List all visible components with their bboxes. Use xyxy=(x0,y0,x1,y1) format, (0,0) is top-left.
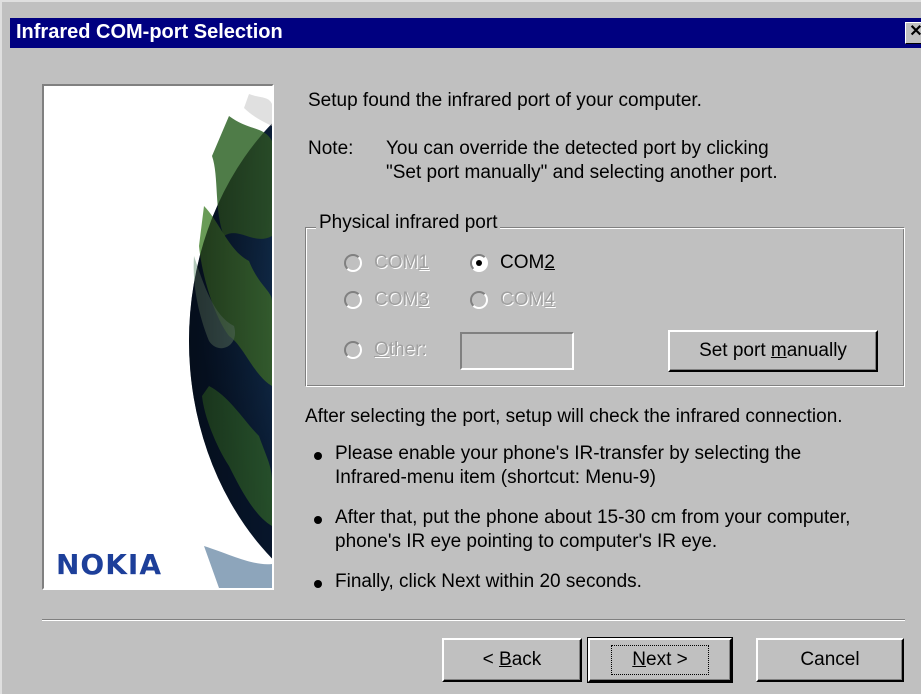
title-bar[interactable]: Infrared COM-port Selection ✕ xyxy=(10,18,921,48)
next-label: Next > xyxy=(611,645,709,675)
radio-selected-dot xyxy=(476,260,482,266)
com2-radio[interactable] xyxy=(470,254,488,272)
instructions-lead: After selecting the port, setup will che… xyxy=(305,406,843,427)
other-port-field[interactable] xyxy=(460,332,574,370)
com1-radio[interactable] xyxy=(344,254,362,272)
com2-label: COM2 xyxy=(500,252,555,273)
group-legend: Physical infrared port xyxy=(316,212,501,234)
bullet-icon xyxy=(314,580,322,588)
nokia-logo: NOKIA xyxy=(56,548,163,581)
note-label: Note: xyxy=(308,138,354,159)
cancel-button[interactable]: Cancel xyxy=(756,638,904,682)
back-button[interactable]: < Back xyxy=(442,638,582,682)
cancel-label: Cancel xyxy=(800,649,860,670)
bullet-icon xyxy=(314,452,322,460)
note-line-2: "Set port manually" and selecting anothe… xyxy=(386,162,778,183)
com4-label: COM4 xyxy=(500,289,555,310)
com4-radio[interactable] xyxy=(470,291,488,309)
other-label: Other: xyxy=(374,339,427,360)
bullet-1-line-2: Infrared-menu item (shortcut: Menu-9) xyxy=(335,467,657,488)
note-line-1: You can override the detected port by cl… xyxy=(386,138,769,159)
bullet-2-line-2: phone's IR eye pointing to computer's IR… xyxy=(335,531,718,552)
bullet-1-line-1: Please enable your phone's IR-transfer b… xyxy=(335,443,802,464)
close-icon: ✕ xyxy=(909,23,921,40)
bullet-icon xyxy=(314,516,322,524)
com3-radio[interactable] xyxy=(344,291,362,309)
com1-label: COM1 xyxy=(374,252,429,273)
next-button[interactable]: Next > xyxy=(587,637,733,683)
window-title: Infrared COM-port Selection xyxy=(16,21,283,43)
bullet-2-line-1: After that, put the phone about 15-30 cm… xyxy=(335,507,851,528)
com3-label: COM3 xyxy=(374,289,429,310)
set-port-manually-button[interactable]: Set port manually xyxy=(668,330,878,372)
bullet-3-line-1: Finally, click Next within 20 seconds. xyxy=(335,571,642,592)
set-port-manually-label: Set port manually xyxy=(699,340,847,361)
dialog-window: Infrared COM-port Selection ✕ NOKIA Setu… xyxy=(0,0,921,694)
earth-globe-image xyxy=(44,86,272,588)
back-label: < Back xyxy=(482,649,542,670)
other-radio[interactable] xyxy=(344,341,362,359)
banner-image: NOKIA xyxy=(42,84,274,590)
intro-text: Setup found the infrared port of your co… xyxy=(308,90,702,111)
button-separator xyxy=(42,619,905,621)
close-button[interactable]: ✕ xyxy=(905,22,921,44)
